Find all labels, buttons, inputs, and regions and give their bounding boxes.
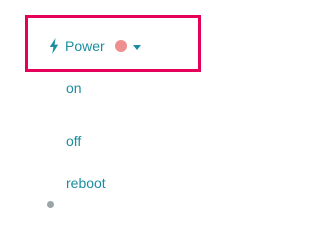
caret-down-icon xyxy=(132,44,141,50)
menu-item-off[interactable]: off xyxy=(66,120,106,162)
menu-item-on[interactable]: on xyxy=(66,78,106,98)
menu-item-label: on xyxy=(66,80,82,96)
power-dropdown-panel: Power on off reboot xyxy=(0,0,252,208)
menu-item-label: off xyxy=(66,133,82,149)
power-options-menu: on off reboot xyxy=(66,78,106,204)
partial-indicator xyxy=(47,201,54,208)
lightning-bolt-icon xyxy=(48,38,60,54)
menu-item-label: reboot xyxy=(66,175,106,191)
menu-item-reboot[interactable]: reboot xyxy=(66,162,106,204)
power-menu-toggle[interactable]: Power xyxy=(48,35,141,57)
status-dot xyxy=(114,40,127,52)
power-label: Power xyxy=(65,38,105,54)
